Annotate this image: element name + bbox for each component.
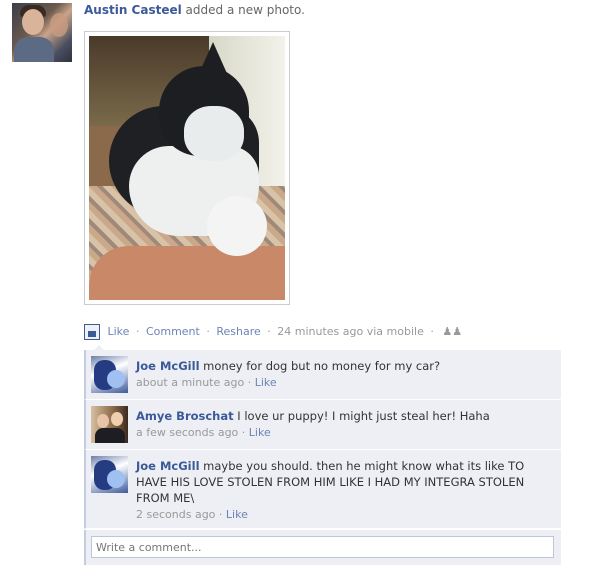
comment-composer [84,530,561,565]
story-actions: Like · Comment · Reshare · 24 minutes ag… [84,324,462,340]
separator: · [218,508,223,521]
story-verb: added a new photo. [185,3,305,17]
story-timestamp[interactable]: 24 minutes ago via mobile [277,325,424,338]
dog-face [184,106,244,161]
separator: · [430,325,434,338]
commenter-avatar[interactable] [91,406,128,443]
commenter-name[interactable]: Joe McGill [136,459,200,473]
comment-like-link[interactable]: Like [226,508,248,521]
separator: · [267,325,271,338]
people-icon[interactable]: ♟♟ [442,325,462,338]
separator: · [206,325,210,338]
author-name-link[interactable]: Austin Casteel [84,3,182,17]
comment-text: money for dog but no money for my car? [203,359,441,373]
commenter-name[interactable]: Amye Broschat [136,409,234,423]
avatar-shirt [14,37,54,62]
reshare-link[interactable]: Reshare [216,325,260,338]
separator: · [247,376,252,389]
comment-timestamp[interactable]: 2 seconds ago [136,508,215,521]
photo-attachment[interactable] [84,31,290,305]
comment-like-link[interactable]: Like [249,426,271,439]
commenter-avatar[interactable] [91,456,128,493]
mobile-upload-icon [84,324,100,340]
story-headline: Austin Casteel added a new photo. [84,3,305,17]
avatar-face [22,9,44,35]
comment-item: Joe McGill maybe you should. then he mig… [84,450,561,529]
comment-item: Joe McGill money for dog but no money fo… [84,350,561,400]
separator: · [241,426,246,439]
comment-item: Amye Broschat I love ur puppy! I might j… [84,400,561,450]
comment-list: Joe McGill money for dog but no money fo… [84,350,561,529]
dog-paw [207,196,267,256]
comment-like-link[interactable]: Like [255,376,277,389]
separator: · [135,325,140,338]
comment-input[interactable] [91,536,554,558]
comment-timestamp[interactable]: a few seconds ago [136,426,238,439]
commenter-name[interactable]: Joe McGill [136,359,200,373]
comment-timestamp[interactable]: about a minute ago [136,376,244,389]
avatar-second-face [50,13,68,37]
commenter-avatar[interactable] [91,356,128,393]
like-link[interactable]: Like [108,325,130,338]
husky-photo[interactable] [89,36,285,300]
comment-link[interactable]: Comment [146,325,200,338]
photo-cushion [89,246,285,300]
comment-text: I love ur puppy! I might just steal her!… [237,409,490,423]
author-avatar[interactable] [12,3,72,62]
